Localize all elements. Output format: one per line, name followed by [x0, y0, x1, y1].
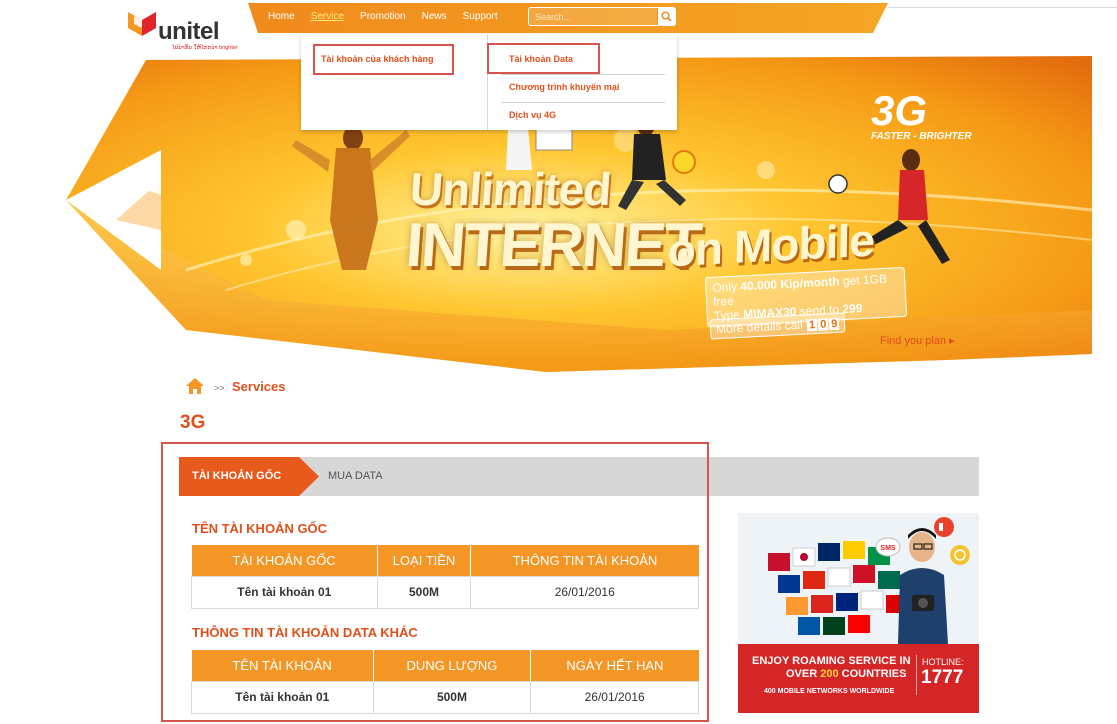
search-input[interactable] — [531, 9, 655, 24]
details-digit: 0 — [817, 318, 829, 331]
nav-promotion[interactable]: Promotion — [360, 11, 406, 22]
search-box — [528, 7, 676, 26]
highlight-box — [487, 43, 600, 74]
nav-support[interactable]: Support — [463, 11, 498, 22]
details-digit: 1 — [806, 318, 818, 332]
banner-headline-internet: INTERNET — [403, 211, 703, 280]
ad-image: SMS — [738, 513, 979, 644]
badge-3g: 3G — [871, 87, 928, 134]
main-navbar: Home Service Promotion News Support — [248, 3, 888, 33]
menu-item-4g-service[interactable]: Dịch vụ 4G — [509, 110, 556, 120]
offer-number: 299 — [842, 301, 863, 317]
badge-tagline: FASTER - BRIGHTER — [871, 131, 972, 142]
nav-links: Home Service Promotion News Support — [268, 11, 498, 22]
highlight-box — [313, 44, 454, 75]
nav-service[interactable]: Service — [311, 11, 344, 22]
menu-item-promotions[interactable]: Chương trình khuyến mại — [509, 82, 619, 92]
ad-headline: ENJOY ROAMING SERVICE IN — [752, 655, 911, 667]
search-icon — [661, 11, 672, 22]
nav-news[interactable]: News — [422, 11, 447, 22]
home-icon[interactable] — [186, 378, 204, 394]
ad-networks: 400 MOBILE NETWORKS WORLDWIDE — [764, 688, 895, 695]
top-divider — [888, 7, 1117, 8]
menu-separator — [501, 102, 665, 103]
menu-separator — [501, 74, 665, 75]
nav-home[interactable]: Home — [268, 11, 295, 22]
highlight-box — [161, 442, 709, 722]
offer-price: 40.000 Kip/month — [740, 274, 840, 294]
breadcrumb-separator: >> — [214, 383, 225, 393]
ad-subheadline: OVER 200 COUNTRIES — [786, 668, 907, 680]
ad-divider — [916, 655, 917, 695]
search-button[interactable] — [657, 8, 675, 25]
find-plan-link[interactable]: Find you plan ▸ — [880, 334, 955, 347]
banner-headline-unlimited: Unlimited — [408, 163, 613, 215]
details-digit: 9 — [828, 317, 840, 331]
roaming-ad[interactable]: SMS ENJOY ROAMING SERVICE IN OVER 200 CO… — [738, 513, 979, 713]
page-title: 3G — [180, 412, 206, 433]
breadcrumb-current[interactable]: Services — [232, 379, 286, 394]
banner-headline-on-mobile: on Mobile — [667, 213, 875, 277]
ad-hotline-label: HOTLINE: — [922, 657, 964, 667]
sms-bubble-text: SMS — [880, 545, 896, 552]
ad-hotline-number: 1777 — [921, 667, 964, 688]
